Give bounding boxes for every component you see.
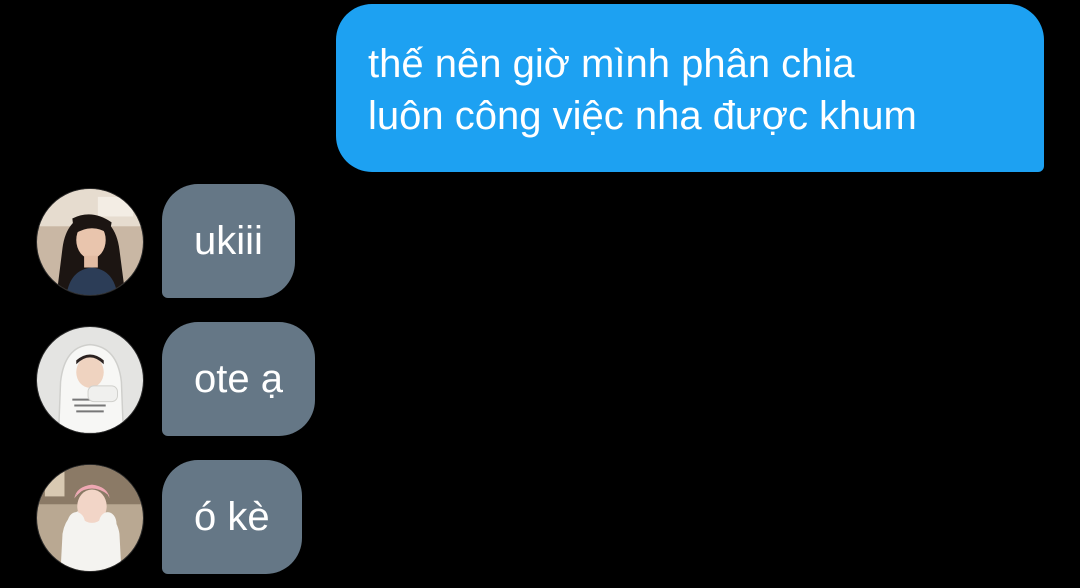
incoming-message-bubble[interactable]: ó kè (162, 460, 302, 574)
avatar[interactable] (36, 326, 144, 434)
outgoing-message-bubble[interactable]: thế nên giờ mình phân chia luôn công việ… (336, 4, 1044, 172)
avatar[interactable] (36, 188, 144, 296)
chat-thread: thế nên giờ mình phân chia luôn công việ… (0, 0, 1080, 588)
incoming-message-bubble[interactable]: ukiii (162, 184, 295, 298)
outgoing-message-line-1: thế nên giờ mình phân chia (368, 42, 855, 86)
avatar-pink-hair-icon (37, 465, 143, 571)
avatar[interactable] (36, 464, 144, 572)
avatar-hoodie-white-icon (37, 327, 143, 433)
outgoing-message-line-2: luôn công việc nha được khum (368, 94, 917, 138)
avatar-girl-dark-hair-icon (37, 189, 143, 295)
incoming-message-bubble[interactable]: ote ạ (162, 322, 315, 436)
